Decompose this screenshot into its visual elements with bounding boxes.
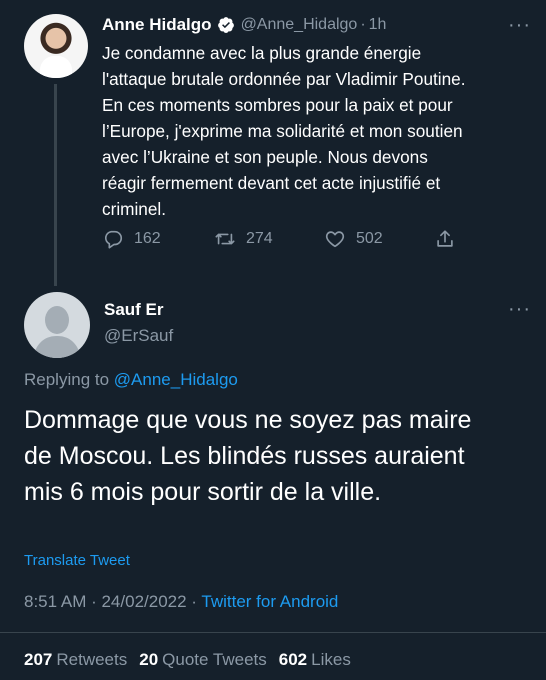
divider [0,632,546,633]
share-button[interactable] [434,228,456,250]
translate-tweet-link[interactable]: Translate Tweet [24,552,130,569]
like-button[interactable]: 502 [324,228,383,250]
replying-prefix: Replying to [24,370,110,389]
text-line: Dommage que vous ne soyez pas maire [24,406,472,434]
reply-display-name[interactable]: Sauf Er [104,300,164,320]
separator-dot: · [360,16,366,33]
text-line: mis 6 mois pour sortir de la ville. [24,478,382,506]
parent-tweet-header: Anne Hidalgo @Anne_Hidalgo · 1h [102,14,386,36]
text-line: En ces moments sombres pour la paix et p… [102,95,453,115]
like-icon [325,231,345,248]
retweets-stat[interactable]: 207 Retweets [24,650,139,669]
thread-connector-line [54,84,57,286]
avatar-placeholder-icon [45,306,69,334]
reply-icon [104,230,123,249]
client-link[interactable]: Twitter for Android [201,592,338,611]
parent-tweet-text: Je condamne avec la plus grande énergie … [102,40,522,222]
text-line: criminel. [102,199,166,219]
avatar-placeholder-body [34,336,80,358]
text-line: avec l’Ukraine et son peuple. Nous devon… [102,147,428,167]
replying-mention-link[interactable]: @Anne_Hidalgo [114,370,238,389]
share-icon [437,230,453,247]
retweets-label: Retweets [56,650,128,669]
reply-button[interactable]: 162 [102,228,161,250]
reply-count: 162 [134,230,161,247]
retweet-icon [215,233,235,245]
text-line: de Moscou. Les blindés russes auraient [24,442,465,470]
reply-tweet-text: Dommage que vous ne soyez pas maire de M… [24,402,534,510]
retweet-button[interactable]: 274 [214,228,273,250]
likes-label: Likes [311,650,351,669]
retweets-count: 207 [24,650,53,669]
avatar-anne-hidalgo[interactable] [24,14,88,78]
reply-handle[interactable]: @ErSauf [104,326,173,346]
text-line: l’Europe, j'exprime ma solidarité et mon… [102,121,463,141]
tweet-meta-line: 8:51 AM · 24/02/2022 · Twitter for Andro… [24,592,338,612]
engagement-stats: 207 Retweets 20 Quote Tweets 602 Likes [24,650,363,670]
retweet-count: 274 [246,230,273,247]
avatar-sauf-er[interactable] [24,292,90,358]
parent-display-name[interactable]: Anne Hidalgo [102,15,212,35]
quote-label: Quote Tweets [162,650,267,669]
like-count: 502 [356,230,383,247]
text-line: Je condamne avec la plus grande énergie [102,43,422,63]
replying-to-line: Replying to @Anne_Hidalgo [24,370,238,390]
quote-count: 20 [139,650,159,669]
parent-handle[interactable]: @Anne_Hidalgo [241,16,358,34]
text-line: réagir fermement devant cet acte injusti… [102,173,441,193]
likes-stat[interactable]: 602 Likes [279,650,363,669]
text-line: l'attaque brutale ordonnée par Vladimir … [102,69,466,89]
parent-time[interactable]: 1h [369,16,387,34]
verified-badge-icon [217,17,234,33]
timestamp[interactable]: 8:51 AM · 24/02/2022 · [24,592,197,611]
parent-more-icon[interactable]: ··· [508,14,531,37]
reply-more-icon[interactable]: ··· [508,298,531,321]
likes-count: 602 [278,650,308,669]
quote-tweets-stat[interactable]: 20 Quote Tweets [139,650,279,669]
